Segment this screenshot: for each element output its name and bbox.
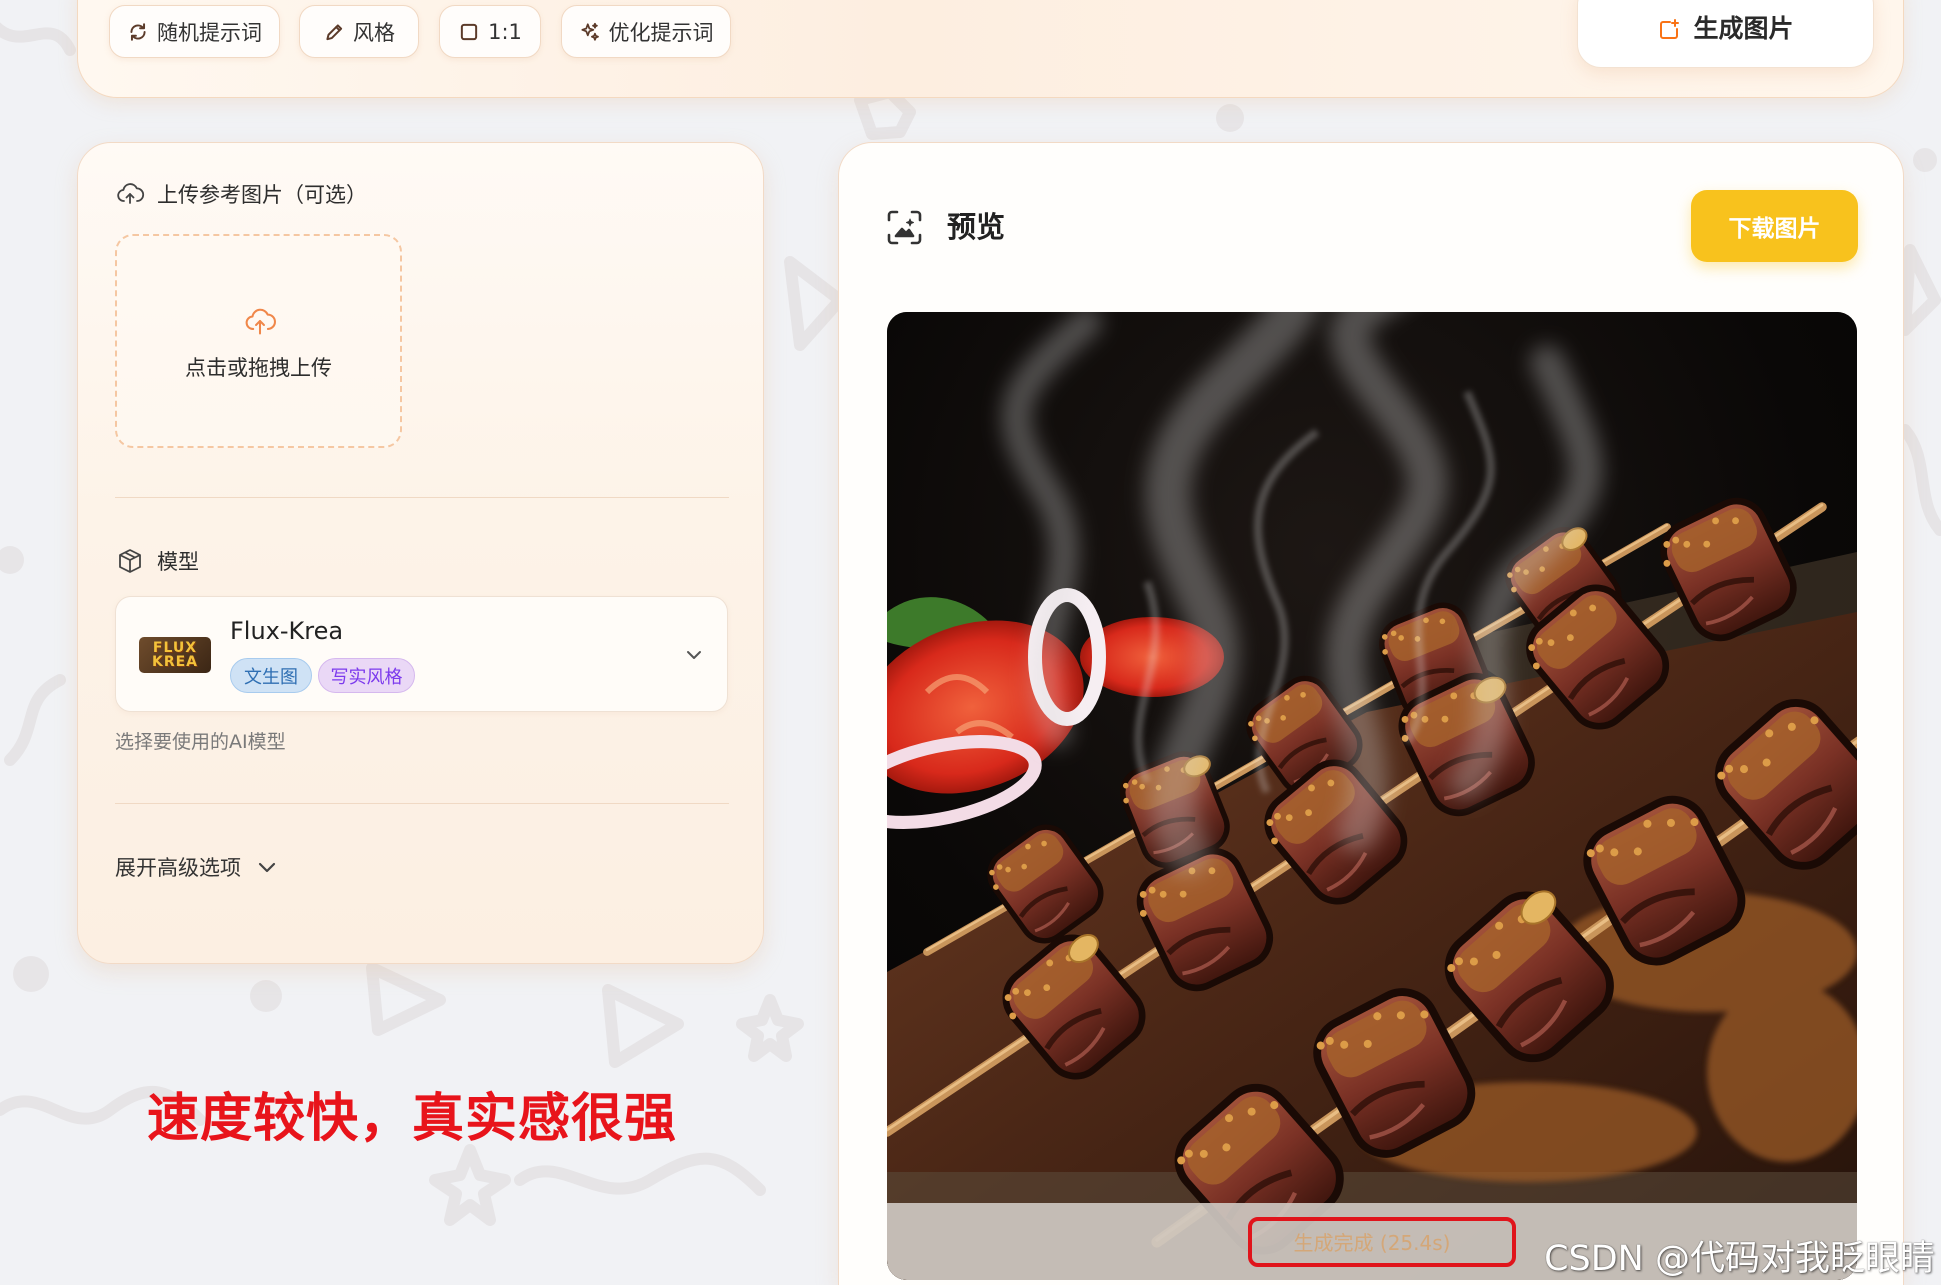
settings-panel: 上传参考图片（可选） 点击或拖拽上传 模型 FLUX KREA Flux-Kre… [77,142,764,964]
bg-squiggle [4,674,66,766]
logo-text-top: FLUX [152,640,198,656]
preview-title: 预览 [947,210,1006,244]
preview-panel: 预览 下载图片 生成完成 (25.4s) [838,142,1904,1285]
generate-image-button[interactable]: 生成图片 [1577,0,1874,68]
prompt-toolbar: 随机提示词 风格 1:1 优化提示词 生成图片 [77,0,1904,98]
red-annotation-text: 速度较快，真实感很强 [147,1089,678,1149]
optimize-prompt-button[interactable]: 优化提示词 [561,5,731,58]
tag-text-to-image: 文生图 [230,658,312,693]
random-prompt-label: 随机提示词 [157,20,262,45]
upload-section-title: 上传参考图片（可选） [115,179,367,209]
bg-dot [0,546,24,574]
bg-triangle [784,256,846,351]
style-button[interactable]: 风格 [299,5,419,58]
model-label: 模型 [157,550,199,574]
bg-dot [1913,148,1937,172]
pencil-icon [326,23,343,40]
image-frame-icon [887,210,922,245]
cloud-upload-icon [117,183,145,204]
bg-hexagon [854,86,916,140]
advanced-options-label: 展开高级选项 [115,856,241,880]
generated-image[interactable]: 生成完成 (25.4s) [887,312,1857,1280]
bg-squiggle [0,22,76,56]
bg-triangle [602,984,684,1068]
section-divider [115,803,729,804]
random-prompt-button[interactable]: 随机提示词 [109,5,280,58]
image-upload-dropzone[interactable]: 点击或拖拽上传 [115,234,402,448]
image-plus-icon [1660,19,1680,39]
dropzone-text: 点击或拖拽上传 [185,356,332,380]
bg-star [429,1144,511,1226]
section-divider [115,497,729,498]
tag-realistic-style: 写实风格 [318,658,415,693]
red-highlight-box [1248,1217,1516,1267]
selected-model-name: Flux-Krea [230,617,344,645]
bg-star [736,994,804,1062]
model-select[interactable]: FLUX KREA Flux-Krea 文生图 写实风格 [115,596,728,712]
csdn-watermark: CSDN @代码对我眨眼睛 [1544,1239,1935,1279]
download-image-button[interactable]: 下载图片 [1691,190,1858,262]
flux-krea-logo: FLUX KREA [139,637,211,673]
sparkles-icon [580,22,599,41]
bg-dot [13,956,49,992]
model-section-title: 模型 [115,546,199,576]
bg-squiggle [1899,424,1941,536]
upload-title: 上传参考图片（可选） [157,183,367,207]
refresh-icon [130,22,146,41]
kebab-photo [887,312,1857,1280]
bg-triangle [366,962,446,1036]
chevron-down-icon [687,651,701,659]
advanced-options-toggle[interactable]: 展开高级选项 [115,852,279,882]
generate-image-label: 生成图片 [1693,14,1794,43]
cube-icon [119,549,141,573]
aspect-ratio-button[interactable]: 1:1 [439,5,541,58]
bg-triangle [1899,244,1941,336]
bg-dot [1216,104,1244,132]
style-label: 风格 [353,20,395,45]
square-icon [460,23,478,40]
bg-dot [250,980,282,1012]
chevron-down-icon [258,862,276,873]
optimize-prompt-label: 优化提示词 [608,20,714,45]
logo-text-bottom: KREA [151,654,199,670]
model-hint: 选择要使用的AI模型 [115,731,286,753]
bg-squiggle [514,1152,766,1196]
aspect-ratio-label: 1:1 [488,19,522,44]
cloud-upload-icon [245,308,276,335]
